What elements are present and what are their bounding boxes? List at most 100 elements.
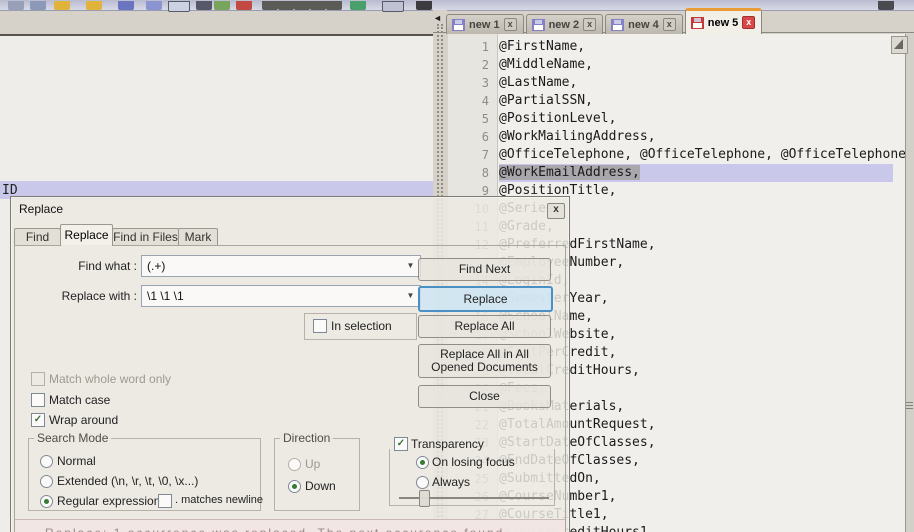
direction-up-radio[interactable] <box>288 458 301 471</box>
line-text: @MiddleName, <box>499 57 593 72</box>
transparency-always-radio[interactable] <box>416 476 429 489</box>
replace-icon[interactable] <box>326 1 342 10</box>
find-what-combobox[interactable]: (.+) ▼ <box>141 255 421 277</box>
find-what-value: (.+) <box>147 259 166 273</box>
search-normal-radio[interactable] <box>40 455 53 468</box>
in-selection-checkbox[interactable] <box>313 319 327 333</box>
match-case-label: Match case <box>49 393 111 407</box>
dialog-status-text: Replace: 1 occurrence was replaced. The … <box>15 519 565 532</box>
print-icon[interactable] <box>196 1 212 10</box>
line-number: 6 <box>481 130 489 144</box>
dialog-tab-find-in-files[interactable]: Find in Files <box>112 228 179 246</box>
save-icon[interactable] <box>86 1 102 10</box>
tab-label: new 1 <box>469 18 500 31</box>
search-regex-radio[interactable] <box>40 495 53 508</box>
close-all-icon[interactable] <box>168 1 190 12</box>
find-icon[interactable] <box>310 1 326 10</box>
direction-down-label: Down <box>305 479 336 493</box>
transparency-onfocus-radio[interactable] <box>416 456 429 469</box>
undo-icon[interactable] <box>278 1 294 10</box>
search-extended-radio[interactable] <box>40 475 53 488</box>
vertical-scrollbar[interactable] <box>905 34 914 532</box>
scroll-up-icon[interactable] <box>891 36 908 54</box>
editor-line[interactable]: 1 @FirstName, <box>448 38 905 56</box>
line-number: 5 <box>481 112 489 126</box>
save-icon <box>452 18 465 31</box>
line-text: @FirstName, <box>499 39 586 54</box>
transparency-label: Transparency <box>411 437 484 451</box>
match-whole-word-checkbox[interactable] <box>31 372 45 386</box>
matches-newline-checkbox[interactable] <box>158 494 172 508</box>
tab-label: new 5 <box>707 16 739 29</box>
direction-title: Direction <box>280 431 334 445</box>
chevron-down-icon[interactable]: ▼ <box>403 288 418 304</box>
dialog-title[interactable]: Replace <box>19 202 63 216</box>
zoom-icon[interactable] <box>350 1 366 10</box>
find-next-button[interactable]: Find Next <box>418 258 551 281</box>
copy-icon[interactable] <box>236 1 252 10</box>
notepad-plus-plus-window: ID ◄ new 1 x new 2 x new 4 x new 5x 1 @FirstNam… <box>0 0 914 532</box>
replace-dialog: Replace x Find Replace Find in Files Mar… <box>10 196 570 532</box>
tab-new-5[interactable]: new 5x <box>684 8 763 34</box>
play-macro-icon[interactable] <box>416 1 432 10</box>
wrap-around-label: Wrap around <box>49 413 119 427</box>
transparency-onfocus-label: On losing focus <box>432 455 515 469</box>
toolbar-icon[interactable] <box>878 1 894 10</box>
tab-close-icon[interactable]: x <box>662 18 676 31</box>
dialog-tab-replace[interactable]: Replace <box>60 224 113 246</box>
tab-label: new 4 <box>628 18 659 31</box>
tab-new-2[interactable]: new 2x <box>525 14 604 34</box>
dialog-tab-mark[interactable]: Mark <box>178 228 218 246</box>
tab-close-icon[interactable]: x <box>503 18 517 31</box>
tab-close-icon[interactable]: x <box>583 18 597 31</box>
search-regex-label: Regular expression <box>57 494 161 508</box>
scrollbar-grip <box>906 402 913 403</box>
line-number: 2 <box>481 58 489 72</box>
editor-line[interactable]: 8 @WorkEmailAddress, <box>448 164 905 182</box>
wrap-around-checkbox[interactable] <box>31 413 45 427</box>
save-folder-icon[interactable] <box>54 1 70 10</box>
transparency-slider-thumb[interactable] <box>419 490 430 507</box>
line-text: @WorkEmailAddress, <box>498 164 640 182</box>
direction-down-radio[interactable] <box>288 480 301 493</box>
editor-line[interactable]: 4 @PartialSSN, <box>448 92 905 110</box>
cut-icon[interactable] <box>214 1 230 10</box>
save-all-icon[interactable] <box>118 1 134 10</box>
tab-scroll-left-icon[interactable]: ◄ <box>433 13 443 24</box>
replace-button[interactable]: Replace <box>418 286 553 312</box>
editor-line[interactable]: 5 @PositionLevel, <box>448 110 905 128</box>
tab-new-4[interactable]: new 4x <box>605 14 683 34</box>
close-button[interactable]: Close <box>418 385 551 408</box>
tab-new-1[interactable]: new 1x <box>446 14 524 34</box>
paste-icon[interactable] <box>262 1 278 10</box>
new-file-icon[interactable] <box>8 1 24 10</box>
record-macro-icon[interactable] <box>382 1 404 12</box>
document-tabs: new 1 x new 2 x new 4 x new 5x <box>446 8 764 34</box>
line-text: @LastName, <box>499 75 578 90</box>
editor-line[interactable]: 3 @LastName, <box>448 74 905 92</box>
line-number: 8 <box>481 166 489 180</box>
matches-newline-label: . matches newline <box>175 494 264 506</box>
save-icon <box>611 18 625 31</box>
replace-all-in-all-opened-documents-button[interactable]: Replace All in All Opened Documents <box>418 344 551 378</box>
replace-with-combobox[interactable]: \1 \1 \1 ▼ <box>141 285 421 307</box>
find-what-label: Find what : <box>78 259 137 273</box>
dialog-tab-find[interactable]: Find <box>14 228 61 246</box>
line-text: @OfficeTelephone, @OfficeTelephone, @Off… <box>499 147 905 162</box>
tab-close-icon[interactable]: x <box>742 16 756 29</box>
editor-line[interactable]: 7 @OfficeTelephone, @OfficeTelephone, @Of… <box>448 146 905 164</box>
transparency-checkbox[interactable] <box>394 437 408 451</box>
replace-all-button[interactable]: Replace All <box>418 315 551 338</box>
line-number: 7 <box>481 148 489 162</box>
open-folder-icon[interactable] <box>30 1 46 10</box>
dialog-close-icon[interactable]: x <box>547 203 565 219</box>
line-text: @PartialSSN, <box>499 93 593 108</box>
close-icon[interactable] <box>146 1 162 10</box>
editor-line[interactable]: 6 @WorkMailingAddress, <box>448 128 905 146</box>
chevron-down-icon[interactable]: ▼ <box>403 258 418 274</box>
selected-text: @WorkEmailAddress, <box>499 165 640 180</box>
editor-line[interactable]: 2 @MiddleName, <box>448 56 905 74</box>
redo-icon[interactable] <box>294 1 310 10</box>
line-number: 1 <box>481 40 489 54</box>
match-case-checkbox[interactable] <box>31 393 45 407</box>
